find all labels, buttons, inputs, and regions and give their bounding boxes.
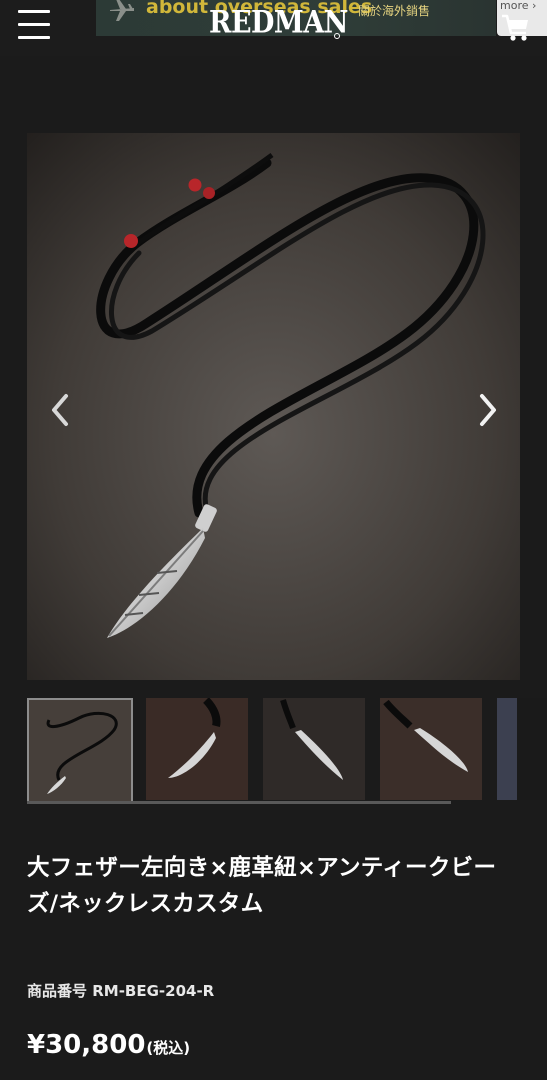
registered-mark-icon <box>334 33 340 39</box>
price-value: ¥30,800 <box>27 1030 146 1060</box>
chevron-right-icon[interactable] <box>476 388 502 432</box>
hamburger-menu-icon[interactable] <box>18 8 52 40</box>
thumbnail-1[interactable] <box>27 698 133 804</box>
product-price: ¥30,800(税込) <box>27 1030 190 1060</box>
thumbnail-5[interactable] <box>497 698 547 804</box>
thumbnail-2[interactable] <box>146 698 252 804</box>
thumbnail-scrollbar[interactable] <box>27 801 451 804</box>
airplane-icon <box>110 0 134 21</box>
shopping-cart-icon[interactable] <box>500 10 530 44</box>
thumbnail-3[interactable] <box>263 698 369 804</box>
product-sku: 商品番号 RM-BEG-204-R <box>27 982 215 1000</box>
thumbnail-strip[interactable] <box>27 698 547 804</box>
site-header: about overseas sales 關於海外銷售 REDMAN more … <box>0 0 547 56</box>
banner-text-zh[interactable]: 關於海外銷售 <box>358 2 430 19</box>
thumbnail-4[interactable] <box>380 698 486 804</box>
redman-logo[interactable]: REDMAN <box>209 5 348 41</box>
product-main-image[interactable] <box>27 133 520 680</box>
chevron-left-icon[interactable] <box>46 388 72 432</box>
product-title: 大フェザー左向き×鹿革紐×アンティークビーズ/ネックレスカスタム <box>27 855 497 917</box>
price-tax-note: (税込) <box>146 1039 191 1057</box>
